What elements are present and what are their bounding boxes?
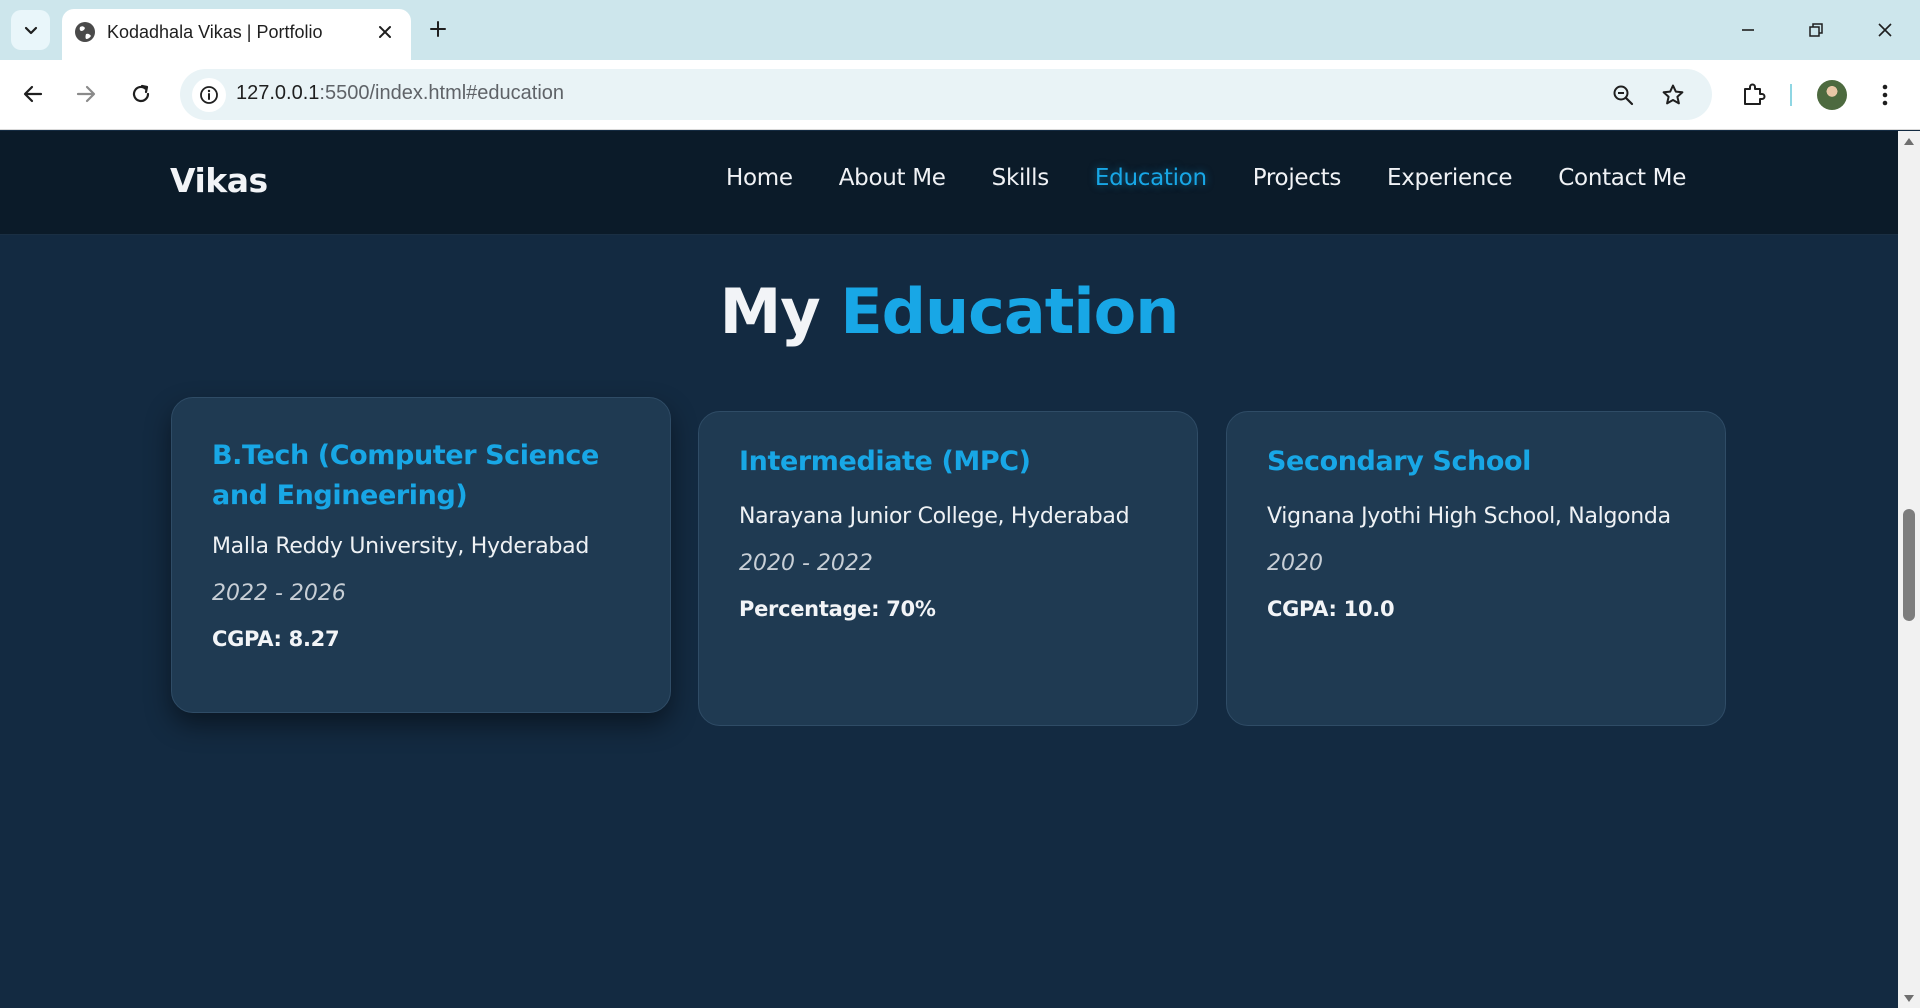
section-title: My Education bbox=[0, 275, 1898, 348]
site-info-button[interactable] bbox=[192, 78, 226, 112]
plus-icon bbox=[430, 21, 446, 37]
degree-title: Secondary School bbox=[1267, 446, 1532, 477]
close-icon bbox=[1878, 23, 1892, 37]
site-nav-links: Home About Me Skills Education Projects … bbox=[726, 165, 1686, 191]
study-years: 2020 bbox=[1267, 551, 1323, 576]
nav-link-home[interactable]: Home bbox=[726, 165, 793, 191]
star-icon bbox=[1662, 84, 1684, 105]
nav-link-about[interactable]: About Me bbox=[839, 165, 946, 191]
info-icon bbox=[200, 86, 218, 104]
scrollbar-thumb[interactable] bbox=[1903, 509, 1915, 621]
section-title-accent: Education bbox=[840, 275, 1179, 348]
page-viewport: Vikas Home About Me Skills Education Pro… bbox=[0, 131, 1898, 1008]
tab-close-button[interactable] bbox=[372, 19, 398, 45]
extensions-button[interactable] bbox=[1737, 77, 1771, 111]
browser-tab-active[interactable]: Kodadhala Vikas | Portfolio bbox=[62, 9, 411, 60]
score-text: CGPA: 10.0 bbox=[1267, 597, 1395, 621]
puzzle-icon bbox=[1744, 83, 1766, 105]
score-text: CGPA: 8.27 bbox=[212, 627, 340, 651]
browser-toolbar: 127.0.0.1:5500/index.html#education bbox=[0, 60, 1920, 130]
score-text: Percentage: 70% bbox=[739, 597, 936, 621]
globe-icon bbox=[75, 22, 95, 42]
minimize-icon bbox=[1742, 29, 1754, 31]
tab-title: Kodadhala Vikas | Portfolio bbox=[107, 22, 323, 42]
site-navbar: Vikas Home About Me Skills Education Pro… bbox=[0, 131, 1898, 235]
restore-icon bbox=[1809, 23, 1823, 37]
profile-avatar[interactable] bbox=[1817, 80, 1847, 110]
new-tab-button[interactable] bbox=[423, 14, 453, 44]
toolbar-divider bbox=[1790, 84, 1792, 106]
degree-title-line-1: B.Tech (Computer Science bbox=[212, 440, 599, 471]
education-card-intermediate: Intermediate (MPC) Narayana Junior Colle… bbox=[698, 411, 1198, 726]
minimize-button[interactable] bbox=[1728, 12, 1768, 48]
back-button[interactable] bbox=[13, 74, 53, 114]
nav-link-skills[interactable]: Skills bbox=[992, 165, 1050, 191]
arrow-left-icon bbox=[23, 85, 43, 103]
degree-title: B.Tech (Computer Science and Engineering… bbox=[212, 436, 599, 516]
scroll-up-arrow-icon[interactable] bbox=[1903, 136, 1915, 146]
nav-link-projects[interactable]: Projects bbox=[1253, 165, 1342, 191]
reload-button[interactable] bbox=[121, 74, 161, 114]
degree-title: Intermediate (MPC) bbox=[739, 446, 1031, 477]
study-years: 2020 - 2022 bbox=[739, 551, 873, 576]
browser-menu-button[interactable] bbox=[1870, 78, 1900, 112]
close-icon bbox=[379, 26, 391, 38]
institution-name: Vignana Jyothi High School, Nalgonda bbox=[1267, 504, 1671, 529]
section-title-lead: My bbox=[719, 275, 821, 348]
close-window-button[interactable] bbox=[1865, 12, 1905, 48]
education-card-secondary: Secondary School Vignana Jyothi High Sch… bbox=[1226, 411, 1726, 726]
nav-link-education[interactable]: Education bbox=[1095, 165, 1207, 191]
restore-button[interactable] bbox=[1796, 12, 1836, 48]
page-scrollbar[interactable] bbox=[1898, 131, 1920, 1008]
address-bar[interactable]: 127.0.0.1:5500/index.html#education bbox=[180, 69, 1712, 120]
degree-title-line-2: and Engineering) bbox=[212, 480, 468, 511]
nav-link-contact[interactable]: Contact Me bbox=[1558, 165, 1686, 191]
forward-button[interactable] bbox=[66, 74, 106, 114]
arrow-right-icon bbox=[76, 85, 96, 103]
url-host: 127.0.0.1 bbox=[236, 82, 320, 104]
site-logo[interactable]: Vikas bbox=[170, 161, 268, 200]
tab-search-button[interactable] bbox=[11, 10, 50, 50]
zoom-out-icon bbox=[1613, 85, 1634, 106]
bookmark-button[interactable] bbox=[1658, 80, 1688, 110]
chevron-down-icon bbox=[24, 26, 37, 35]
zoom-button[interactable] bbox=[1608, 80, 1638, 110]
scroll-down-arrow-icon[interactable] bbox=[1903, 994, 1915, 1004]
institution-name: Narayana Junior College, Hyderabad bbox=[739, 504, 1130, 529]
more-vertical-icon bbox=[1882, 84, 1888, 106]
education-card-btech: B.Tech (Computer Science and Engineering… bbox=[171, 397, 671, 713]
url-text: 127.0.0.1:5500/index.html#education bbox=[236, 82, 564, 105]
reload-icon bbox=[132, 84, 150, 103]
browser-tab-strip: Kodadhala Vikas | Portfolio bbox=[0, 0, 1920, 60]
url-path: :5500/index.html#education bbox=[319, 82, 565, 104]
institution-name: Malla Reddy University, Hyderabad bbox=[212, 534, 590, 559]
study-years: 2022 - 2026 bbox=[212, 581, 346, 606]
nav-link-experience[interactable]: Experience bbox=[1387, 165, 1513, 191]
